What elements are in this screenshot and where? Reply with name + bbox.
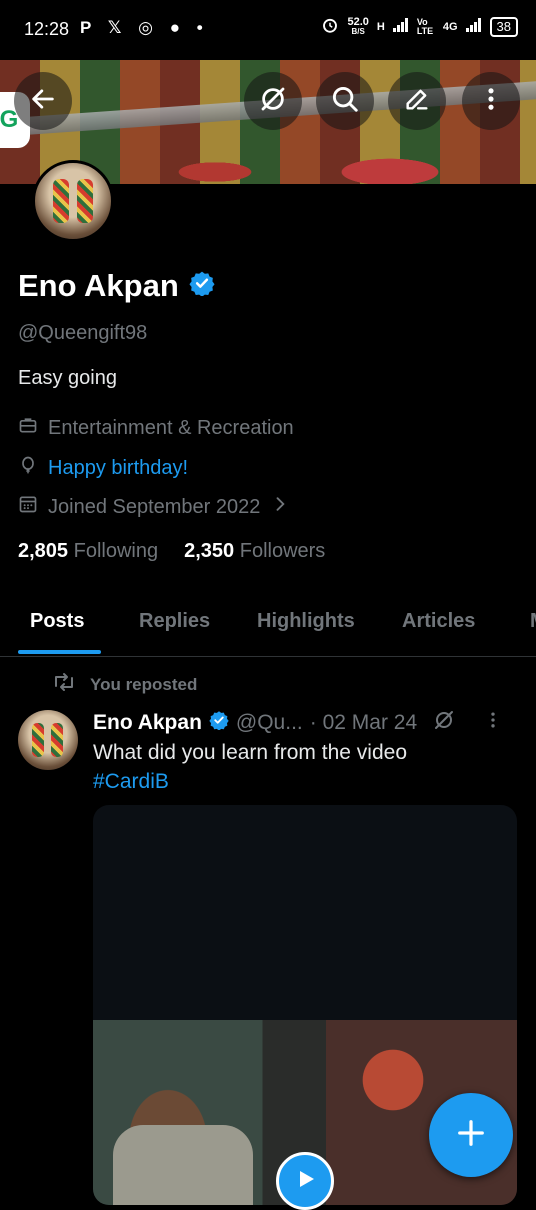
active-tab-indicator (18, 650, 101, 654)
follow-stats: 2,805 Following 2,350 Followers (18, 540, 325, 563)
post-author[interactable]: Eno Akpan (93, 711, 202, 735)
signal-icon-2 (465, 18, 482, 35)
post-verified-icon (209, 710, 229, 736)
post-avatar-figure-2 (51, 723, 63, 757)
network-volte: Vo LTE (416, 16, 434, 36)
profile-name: Eno Akpan (18, 268, 179, 303)
post-avatar-figure-1 (32, 723, 44, 757)
post-text: What did you learn from the video (93, 741, 407, 764)
post-hashtag[interactable]: #CardiB (93, 767, 407, 796)
verified-badge-icon[interactable] (189, 268, 215, 304)
grok-button[interactable] (244, 72, 302, 130)
balloon-icon (18, 455, 38, 481)
chevron-right-icon (270, 494, 290, 520)
tab-replies[interactable]: Replies (139, 610, 210, 633)
status-bar: 12:28 P 𝕏 ◎ ● • 52.0 B/S H Vo LTE 4G 38 (0, 0, 536, 60)
profile-category: Entertainment & Recreation (18, 415, 294, 441)
notification-icons: P 𝕏 ◎ ● • (80, 18, 209, 37)
more-vertical-icon (477, 85, 505, 118)
tab-articles[interactable]: Articles (402, 610, 475, 633)
calendar-icon (18, 494, 38, 520)
repost-icon (52, 672, 76, 697)
joined-text: Joined September 2022 (48, 495, 261, 518)
following-link[interactable]: 2,805 Following (18, 540, 158, 563)
tab-overflow-edge[interactable]: M (530, 610, 536, 633)
avatar-figure-1 (53, 179, 69, 223)
net-speed-value: 52.0 (347, 15, 369, 28)
following-label: Following (73, 540, 159, 562)
avatar-figure-2 (77, 179, 93, 223)
play-icon (293, 1167, 317, 1196)
play-button[interactable] (276, 1152, 334, 1210)
post-body: What did you learn from the video #Cardi… (93, 738, 407, 796)
plus-icon (456, 1118, 486, 1153)
profile-tabs: Posts Replies Highlights Articles M (0, 600, 536, 657)
pencil-icon (403, 85, 431, 118)
back-button[interactable] (14, 72, 72, 130)
post-grok-icon[interactable] (432, 708, 456, 738)
compose-button[interactable] (429, 1093, 513, 1177)
post-avatar[interactable] (18, 710, 78, 770)
arrow-left-icon (29, 85, 57, 118)
category-text: Entertainment & Recreation (48, 416, 294, 439)
profile-avatar[interactable] (32, 160, 114, 242)
profile-name-row: Eno Akpan (18, 268, 215, 304)
search-button[interactable] (316, 72, 374, 130)
tab-highlights[interactable]: Highlights (257, 610, 355, 633)
following-count: 2,805 (18, 540, 69, 562)
repost-label: You reposted (90, 674, 198, 694)
edit-button[interactable] (388, 72, 446, 130)
briefcase-icon (18, 415, 38, 441)
video-figure (113, 1125, 253, 1205)
search-icon (330, 84, 360, 119)
post-header: Eno Akpan @Qu... · 02 Mar 24 (93, 708, 503, 738)
battery-indicator: 38 (489, 16, 518, 37)
network-h: H (376, 20, 385, 33)
profile-bio: Easy going (18, 367, 117, 389)
profile-birthday: Happy birthday! (18, 455, 188, 481)
post-date: · 02 Mar 24 (309, 711, 418, 734)
post-more-icon[interactable] (483, 709, 503, 737)
profile-handle: @Queengift98 (18, 322, 148, 344)
birthday-text[interactable]: Happy birthday! (48, 457, 188, 480)
followers-link[interactable]: 2,350 Followers (184, 540, 325, 563)
status-time: 12:28 (24, 19, 70, 39)
signal-icon (392, 18, 409, 35)
followers-label: Followers (239, 540, 326, 562)
grok-icon (258, 84, 288, 119)
repost-indicator: You reposted (52, 672, 197, 697)
followers-count: 2,350 (184, 540, 235, 562)
profile-joined[interactable]: Joined September 2022 (18, 494, 290, 520)
post-handle[interactable]: @Qu... (236, 711, 303, 735)
more-button[interactable] (462, 72, 520, 130)
network-4g: 4G (442, 20, 458, 33)
net-speed: 52.0 B/S (347, 15, 369, 37)
alarm-icon (321, 16, 339, 37)
status-right-group: 52.0 B/S H Vo LTE 4G 38 (321, 16, 518, 37)
tab-posts[interactable]: Posts (30, 610, 84, 633)
net-speed-unit: B/S (351, 26, 365, 36)
